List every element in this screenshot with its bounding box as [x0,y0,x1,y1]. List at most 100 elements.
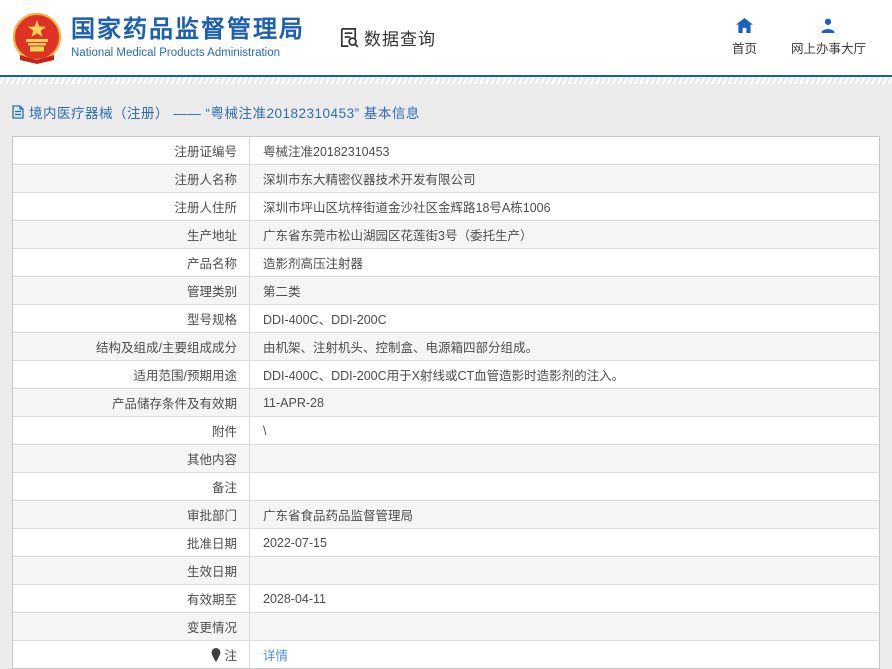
table-row: 备注 [13,472,879,500]
table-row: 审批部门 广东省食品药品监督管理局 [13,500,879,528]
table-row: 注册人住所 深圳市坪山区坑梓街道金沙社区金辉路18号A栋1006 [13,192,879,220]
table-row: 注册人名称 深圳市东大精密仪器技术开发有限公司 [13,164,879,192]
nmpa-emblem-logo [10,11,64,65]
row-label-cell: 注 [13,641,250,668]
row-label-cell: 批准日期 [13,529,250,556]
table-row: 附件 \ [13,416,879,444]
row-label-cell: 生产地址 [13,221,250,248]
data-query-nav[interactable]: 数据查询 [337,25,436,50]
table-row: 适用范围/预期用途 DDI-400C、DDI-200C用于X射线或CT血管造影时… [13,360,879,388]
row-value: 由机架、注射机头、控制盒、电源箱四部分组成。 [263,341,539,355]
table-row: 型号规格 DDI-400C、DDI-200C [13,304,879,332]
table-row: 注 详情 [13,640,879,668]
table-row: 注册证编号 粤械注准20182310453 [13,137,879,164]
row-label: 其他内容 [186,453,237,467]
row-value: 造影剂高压注射器 [263,257,364,271]
table-row: 管理类别 第二类 [13,276,879,304]
table-row: 有效期至 2028-04-11 [13,584,879,612]
row-label: 结构及组成/主要组成成分 [96,341,237,355]
row-value: 深圳市东大精密仪器技术开发有限公司 [263,173,476,187]
row-label: 审批部门 [186,509,237,523]
row-label: 产品名称 [186,257,237,271]
row-value-cell: 2022-07-15 [250,529,879,556]
row-value-cell: 第二类 [250,277,879,304]
row-label-cell: 生效日期 [13,557,250,584]
table-row: 产品名称 造影剂高压注射器 [13,248,879,276]
content-area: 境内医疗器械（注册） —— “粤械注准20182310453” 基本信息 注册证… [0,84,892,669]
person-icon [820,18,836,33]
table-row: 生效日期 [13,556,879,584]
row-value: 粤械注准20182310453 [263,145,390,159]
breadcrumb: 境内医疗器械（注册） —— “粤械注准20182310453” 基本信息 [12,102,880,122]
org-name-cn: 国家药品监督管理局 [71,16,305,44]
hatched-band [0,77,892,84]
row-label-cell: 适用范围/预期用途 [13,361,250,388]
row-value-cell: 详情 [250,641,879,668]
table-row: 产品储存条件及有效期 11-APR-28 [13,388,879,416]
row-label-cell: 产品名称 [13,249,250,276]
row-value: DDI-400C、DDI-200C [263,313,387,327]
row-label: 变更情况 [186,621,237,635]
row-value-cell [250,473,879,500]
row-label-cell: 结构及组成/主要组成成分 [13,333,250,360]
row-value: 广东省东莞市松山湖园区花莲街3号（委托生产） [263,229,533,243]
nav-service-hall[interactable]: 网上办事大厅 [791,18,866,57]
table-row: 批准日期 2022-07-15 [13,528,879,556]
row-label-cell: 有效期至 [13,585,250,612]
row-value: 2028-04-11 [263,591,327,606]
table-row: 变更情况 [13,612,879,640]
row-label: 注册人住所 [174,201,237,215]
row-value-cell: 广东省食品药品监督管理局 [250,501,879,528]
row-label-cell: 注册人住所 [13,193,250,220]
table-row: 其他内容 [13,444,879,472]
row-label-cell: 其他内容 [13,445,250,472]
document-search-icon [337,26,360,49]
row-value: \ [263,423,267,438]
row-label-cell: 管理类别 [13,277,250,304]
home-icon [736,18,753,33]
row-label: 生效日期 [186,565,237,579]
page-document-icon [12,105,24,119]
row-value: 2022-07-15 [263,535,327,550]
org-titles: 国家药品监督管理局 National Medical Products Admi… [71,16,305,59]
row-label: 附件 [211,425,237,439]
row-label-cell: 型号规格 [13,305,250,332]
pin-icon [211,647,221,662]
page-title: 境内医疗器械（注册） —— “粤械注准20182310453” 基本信息 [29,106,420,121]
row-label: 注 [224,649,237,663]
row-label: 型号规格 [186,313,237,327]
detail-link[interactable]: 详情 [263,645,288,664]
nav-service-hall-label: 网上办事大厅 [790,42,866,56]
row-value: DDI-400C、DDI-200C用于X射线或CT血管造影时造影剂的注入。 [263,369,625,383]
row-value-cell: DDI-400C、DDI-200C用于X射线或CT血管造影时造影剂的注入。 [250,361,879,388]
row-value-cell: 深圳市坪山区坑梓街道金沙社区金辉路18号A栋1006 [250,193,879,220]
row-value: 第二类 [263,285,301,299]
row-value-cell: \ [250,417,879,444]
row-value-cell: 广东省东莞市松山湖园区花莲街3号（委托生产） [250,221,879,248]
row-value-cell: 造影剂高压注射器 [250,249,879,276]
row-value: 广东省食品药品监督管理局 [263,509,414,523]
row-label-cell: 附件 [13,417,250,444]
row-label: 生产地址 [186,229,237,243]
row-label-cell: 产品储存条件及有效期 [13,389,250,416]
row-label: 产品储存条件及有效期 [111,397,237,411]
row-value-cell [250,445,879,472]
row-value-cell: 11-APR-28 [250,389,879,416]
row-label: 管理类别 [186,285,237,299]
row-value-cell [250,613,879,640]
row-label: 适用范围/预期用途 [133,369,237,383]
site-header: 国家药品监督管理局 National Medical Products Admi… [0,0,892,75]
row-label-cell: 注册证编号 [13,137,250,164]
row-value-cell: 深圳市东大精密仪器技术开发有限公司 [250,165,879,192]
table-row: 生产地址 广东省东莞市松山湖园区花莲街3号（委托生产） [13,220,879,248]
nav-home[interactable]: 首页 [732,18,757,57]
row-label-cell: 变更情况 [13,613,250,640]
nav-home-label: 首页 [731,42,757,56]
row-label: 批准日期 [186,537,237,551]
page-root: 国家药品监督管理局 National Medical Products Admi… [0,0,892,669]
row-value-cell: 由机架、注射机头、控制盒、电源箱四部分组成。 [250,333,879,360]
top-nav: 首页 网上办事大厅 [732,18,866,57]
table-row: 结构及组成/主要组成成分 由机架、注射机头、控制盒、电源箱四部分组成。 [13,332,879,360]
row-value-cell: 2028-04-11 [250,585,879,612]
row-label-cell: 备注 [13,473,250,500]
